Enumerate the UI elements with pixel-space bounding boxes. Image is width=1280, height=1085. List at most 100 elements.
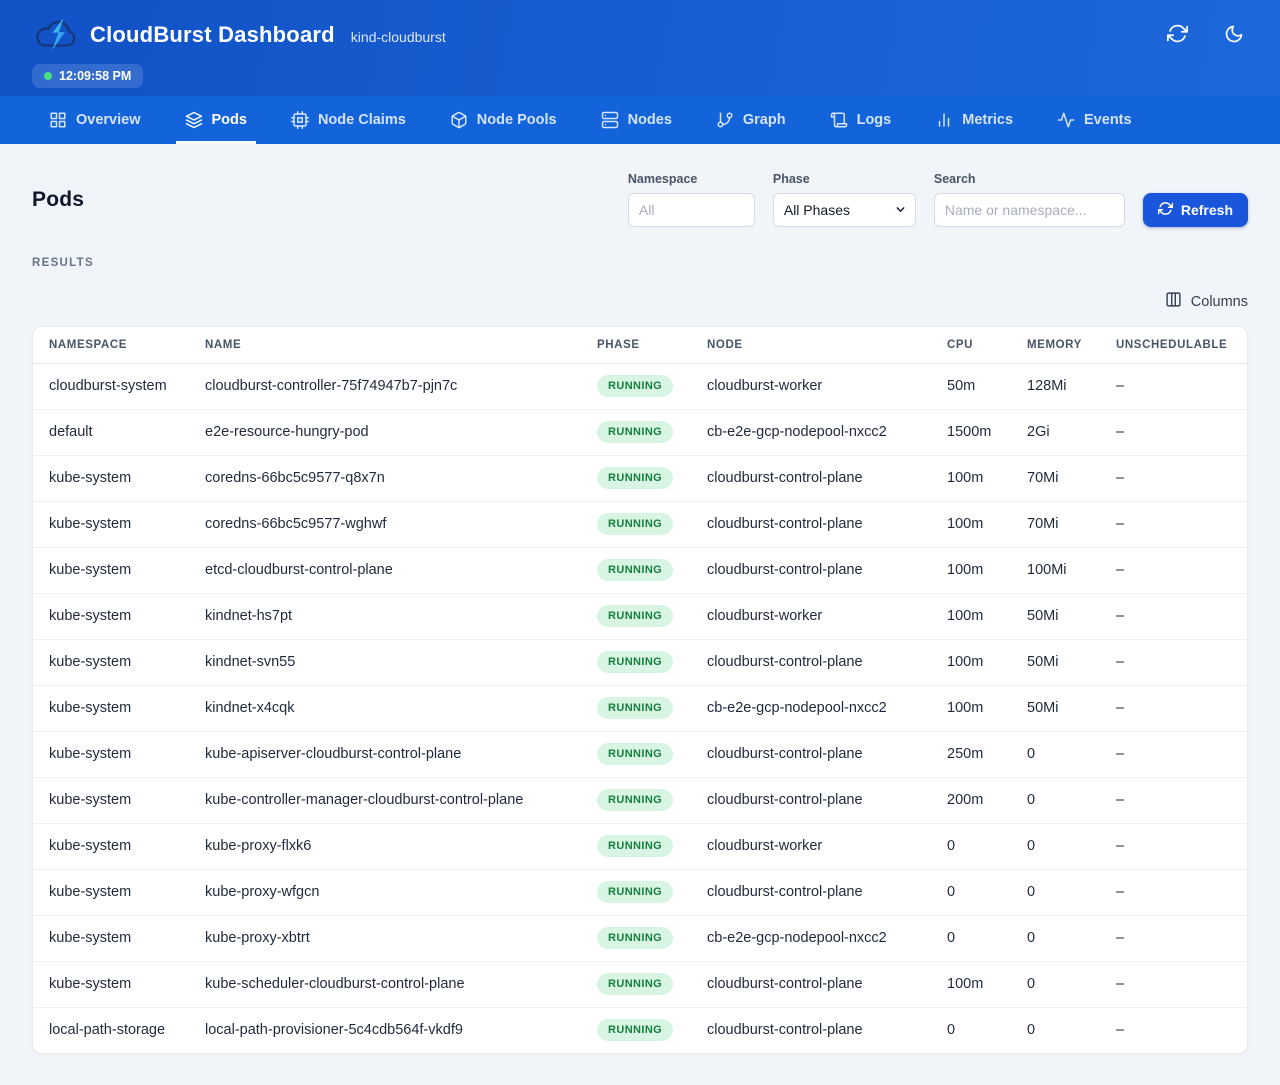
tab-node-pools[interactable]: Node Pools [441,96,566,144]
table-row[interactable]: kube-system coredns-66bc5c9577-wghwf RUN… [33,501,1247,547]
table-row[interactable]: kube-system kindnet-hs7pt RUNNING cloudb… [33,593,1247,639]
git-branch-icon [716,111,734,129]
cell-name: kindnet-x4cqk [197,685,589,731]
refresh-button-label: Refresh [1181,202,1233,218]
table-header-row: NamespaceNamePhaseNodeCPUMemoryUnschedul… [33,327,1247,363]
cell-node: cloudburst-worker [699,823,939,869]
cell-namespace: default [33,409,197,455]
table-row[interactable]: kube-system kindnet-x4cqk RUNNING cb-e2e… [33,685,1247,731]
table-row[interactable]: default e2e-resource-hungry-pod RUNNING … [33,409,1247,455]
table-row[interactable]: kube-system kube-scheduler-cloudburst-co… [33,961,1247,1007]
table-row[interactable]: kube-system kube-apiserver-cloudburst-co… [33,731,1247,777]
cell-namespace: kube-system [33,823,197,869]
cell-memory: 0 [1019,1007,1108,1053]
cell-phase: RUNNING [589,823,699,869]
cell-phase: RUNNING [589,869,699,915]
search-input[interactable] [934,193,1125,227]
cell-name: local-path-provisioner-5c4cdb564f-vkdf9 [197,1007,589,1053]
cell-namespace: local-path-storage [33,1007,197,1053]
refresh-icon [1158,201,1173,219]
cell-name: coredns-66bc5c9577-q8x7n [197,455,589,501]
cell-phase: RUNNING [589,777,699,823]
tab-events[interactable]: Events [1048,96,1141,144]
tab-graph[interactable]: Graph [707,96,795,144]
refresh-button[interactable]: Refresh [1143,193,1248,227]
table-row[interactable]: kube-system kube-controller-manager-clou… [33,777,1247,823]
columns-button[interactable]: Columns [1165,291,1248,312]
status-badge: RUNNING [597,789,673,811]
cell-node: cb-e2e-gcp-nodepool-nxcc2 [699,915,939,961]
cell-node: cloudburst-control-plane [699,639,939,685]
cell-memory: 70Mi [1019,455,1108,501]
status-badge: RUNNING [597,697,673,719]
cell-memory: 0 [1019,961,1108,1007]
cell-phase: RUNNING [589,547,699,593]
bar-chart-icon [935,111,953,129]
cell-cpu: 100m [939,547,1019,593]
tab-nodes[interactable]: Nodes [592,96,681,144]
columns-icon [1165,291,1182,312]
page-title: Pods [32,188,84,212]
cell-unschedulable: – [1108,731,1247,777]
status-badge: RUNNING [597,651,673,673]
tab-metrics[interactable]: Metrics [926,96,1022,144]
status-badge: RUNNING [597,559,673,581]
cell-phase: RUNNING [589,593,699,639]
cell-cpu: 50m [939,363,1019,409]
header-refresh-button[interactable] [1163,19,1192,51]
table-body: cloudburst-system cloudburst-controller-… [33,363,1247,1053]
cell-unschedulable: – [1108,961,1247,1007]
results-label: RESULTS [32,257,1248,269]
table-row[interactable]: local-path-storage local-path-provisione… [33,1007,1247,1053]
cell-namespace: kube-system [33,593,197,639]
dark-mode-toggle[interactable] [1220,20,1248,51]
cell-cpu: 1500m [939,409,1019,455]
cell-phase: RUNNING [589,455,699,501]
cell-name: cloudburst-controller-75f74947b7-pjn7c [197,363,589,409]
tab-pods[interactable]: Pods [176,96,256,144]
pods-table: NamespaceNamePhaseNodeCPUMemoryUnschedul… [33,327,1247,1053]
filters: Namespace Phase All Phases Search [628,172,1248,227]
cell-node: cloudburst-control-plane [699,777,939,823]
cell-unschedulable: – [1108,685,1247,731]
column-header-cpu: CPU [939,327,1019,363]
cell-phase: RUNNING [589,639,699,685]
table-row[interactable]: kube-system kube-proxy-flxk6 RUNNING clo… [33,823,1247,869]
status-badge: RUNNING [597,973,673,995]
cell-node: cloudburst-control-plane [699,731,939,777]
cell-memory: 0 [1019,869,1108,915]
cell-cpu: 100m [939,501,1019,547]
status-badge: RUNNING [597,421,673,443]
cell-memory: 50Mi [1019,685,1108,731]
cell-cpu: 250m [939,731,1019,777]
tab-node-claims[interactable]: Node Claims [282,96,415,144]
status-badge: RUNNING [597,743,673,765]
status-badge: RUNNING [597,1019,673,1041]
phase-filter-select[interactable]: All Phases [773,193,916,227]
cell-cpu: 100m [939,455,1019,501]
cell-phase: RUNNING [589,1007,699,1053]
cell-cpu: 0 [939,869,1019,915]
table-row[interactable]: kube-system coredns-66bc5c9577-q8x7n RUN… [33,455,1247,501]
table-row[interactable]: kube-system etcd-cloudburst-control-plan… [33,547,1247,593]
search-filter-label: Search [934,172,1125,186]
namespace-filter-input[interactable] [628,193,755,227]
cell-namespace: kube-system [33,501,197,547]
cloudburst-logo-icon [32,15,78,55]
table-row[interactable]: kube-system kindnet-svn55 RUNNING cloudb… [33,639,1247,685]
cell-unschedulable: – [1108,593,1247,639]
status-badge: RUNNING [597,927,673,949]
tab-overview[interactable]: Overview [40,96,150,144]
table-row[interactable]: kube-system kube-proxy-xbtrt RUNNING cb-… [33,915,1247,961]
cell-memory: 50Mi [1019,639,1108,685]
tab-logs[interactable]: Logs [821,96,901,144]
status-dot-icon [44,72,52,80]
table-row[interactable]: kube-system kube-proxy-wfgcn RUNNING clo… [33,869,1247,915]
cell-cpu: 0 [939,1007,1019,1053]
cell-node: cloudburst-control-plane [699,1007,939,1053]
table-row[interactable]: cloudburst-system cloudburst-controller-… [33,363,1247,409]
cell-memory: 128Mi [1019,363,1108,409]
cell-name: kube-proxy-xbtrt [197,915,589,961]
cell-memory: 2Gi [1019,409,1108,455]
cell-unschedulable: – [1108,639,1247,685]
